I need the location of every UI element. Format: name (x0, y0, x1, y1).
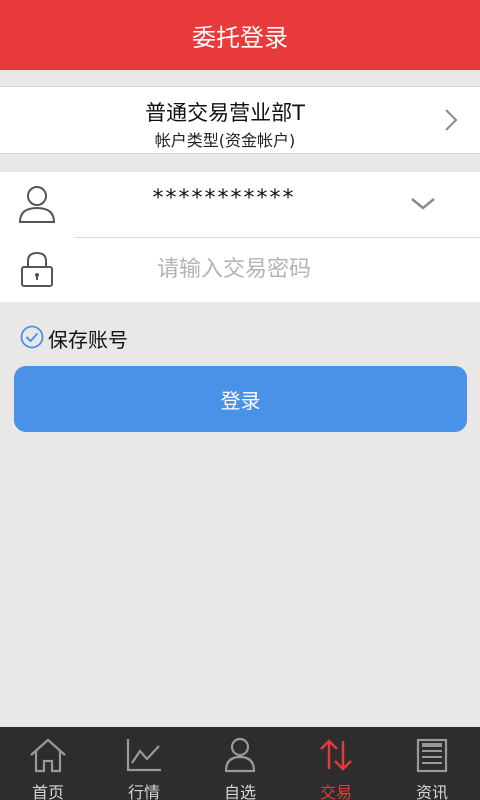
login-form: *********** (0, 172, 480, 302)
tab-label: 交易 (319, 783, 352, 800)
account-field[interactable]: *********** (74, 186, 374, 211)
password-row[interactable] (0, 237, 480, 302)
tab-watchlist[interactable]: 自选 (192, 727, 288, 800)
trade-arrows-icon (317, 737, 355, 777)
account-type: 帐户类型(资金帐户) (154, 131, 296, 150)
chart-icon (125, 737, 163, 777)
tab-market[interactable]: 行情 (96, 727, 192, 800)
chevron-right-icon (444, 107, 458, 137)
tab-label: 资讯 (415, 783, 448, 800)
chevron-down-icon[interactable] (410, 196, 436, 216)
tab-label: 首页 (31, 783, 64, 800)
tab-news[interactable]: 资讯 (384, 727, 480, 800)
tab-label: 自选 (223, 783, 256, 800)
save-account-label: 保存账号 (48, 328, 128, 352)
user-icon (221, 737, 259, 777)
bottom-tab-bar: 首页 行情 自选 交易 资讯 (0, 727, 480, 800)
page-title: 委托登录 (192, 23, 288, 52)
account-row[interactable]: *********** (0, 172, 480, 237)
user-icon (18, 184, 56, 228)
home-icon (29, 737, 67, 777)
branch-selector[interactable]: 普通交易营业部T 帐户类型(资金帐户) (0, 86, 480, 154)
login-button[interactable]: 登录 (14, 366, 467, 432)
lock-icon (18, 249, 56, 293)
news-icon (413, 737, 451, 777)
tab-trade[interactable]: 交易 (288, 727, 384, 800)
check-circle-icon (20, 325, 44, 353)
tab-label: 行情 (127, 783, 160, 800)
branch-name: 普通交易营业部T (145, 101, 305, 125)
save-account-checkbox[interactable]: 保存账号 (20, 324, 128, 353)
app-header: 委托登录 (0, 0, 480, 70)
password-input[interactable] (74, 251, 394, 287)
tab-home[interactable]: 首页 (0, 727, 96, 800)
